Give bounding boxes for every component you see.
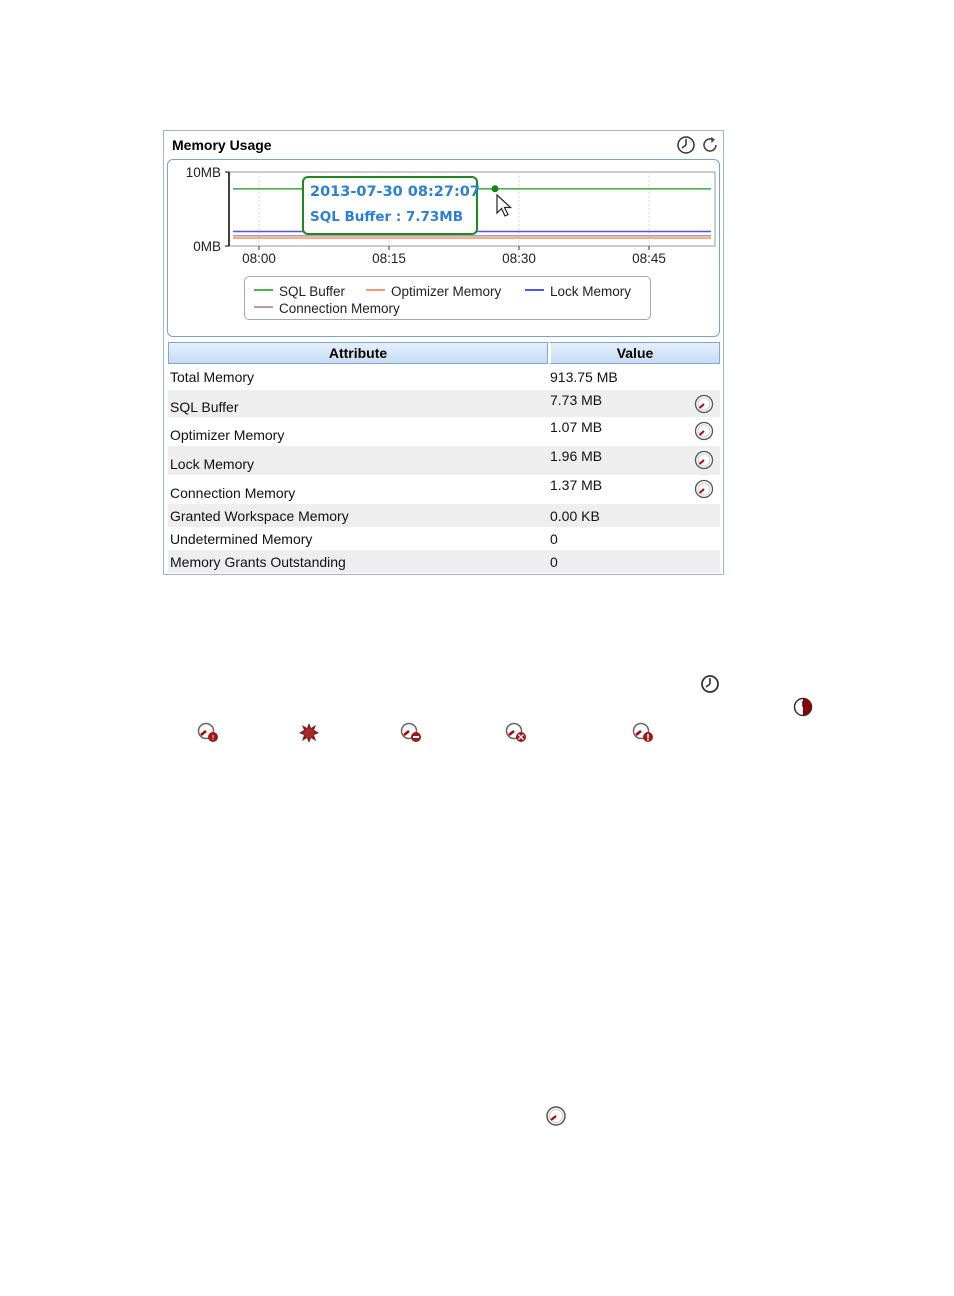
legend-label: Lock Memory: [550, 284, 632, 299]
legend-swatch: [254, 289, 273, 292]
column-header-value: Value: [548, 342, 720, 364]
table-row: Optimizer Memory 1.07 MB: [168, 417, 720, 446]
tooltip-time: 2013-07-30 08:27:07: [310, 184, 480, 200]
x-tick-label: 08:15: [372, 251, 406, 266]
legend-item-connection-memory[interactable]: Connection Memory: [254, 301, 400, 316]
x-tick-label: 08:45: [632, 251, 666, 266]
legend-label: SQL Buffer: [279, 284, 346, 299]
attribute-cell: Optimizer Memory: [170, 426, 285, 443]
legend-label: Optimizer Memory: [391, 284, 502, 299]
legend-swatch: [254, 306, 273, 309]
legend-item-lock-memory[interactable]: Lock Memory: [525, 284, 631, 299]
mouse-pointer-icon: [496, 194, 513, 217]
half-red-clock-icon: [793, 697, 813, 717]
chart-tooltip: 2013-07-30 08:27:07 SQL Buffer : 7.73MB: [302, 176, 480, 235]
memory-usage-panel: Memory Usage 08:00 08:15 08:30 08:45 10MB 0MB…: [163, 130, 724, 575]
chart-area: 08:00 08:15 08:30 08:45 10MB 0MB 2013-07-30 0…: [167, 159, 720, 337]
gauge-icon[interactable]: [694, 479, 714, 499]
gauge-2-icon: [400, 722, 421, 742]
gauge-icon[interactable]: [694, 450, 714, 470]
panel-title: Memory Usage: [172, 137, 272, 153]
attribute-table: Attribute Value Total Memory 913.75 MB SQL…: [168, 342, 720, 573]
highlight-point: [491, 185, 499, 193]
chart-legend: SQL Buffer Optimizer Memory Lock Memory …: [244, 276, 651, 320]
attribute-cell: Connection Memory: [170, 484, 296, 501]
clock-icon: [701, 675, 719, 693]
table-header-row: Attribute Value: [168, 342, 720, 364]
table-row: Undetermined Memory 0: [168, 527, 720, 550]
attribute-cell: Total Memory: [170, 369, 255, 385]
x-tick-label: 08:00: [242, 251, 276, 266]
legend-item-sql-buffer[interactable]: SQL Buffer: [254, 284, 345, 299]
value-text: 1.37 MB: [550, 477, 603, 493]
attribute-cell: Granted Workspace Memory: [168, 504, 548, 527]
attribute-cell: Lock Memory: [168, 446, 548, 475]
column-header-attribute: Attribute: [168, 342, 548, 364]
value-cell: 1.07 MB: [548, 417, 720, 446]
y-tick-label: 0MB: [193, 239, 221, 254]
value-text: 7.73 MB: [550, 392, 603, 408]
tooltip-value: SQL Buffer : 7.73MB: [310, 209, 463, 225]
attribute-cell: Memory Grants Outstanding: [168, 550, 548, 573]
table-row: Memory Grants Outstanding 0: [168, 550, 720, 573]
value-cell: 0: [550, 530, 558, 547]
table-row: Lock Memory 1.96 MB: [168, 446, 720, 475]
table-row: Total Memory 913.75 MB: [168, 364, 720, 390]
legend-swatch: [366, 289, 385, 292]
attribute-cell: Undetermined Memory: [170, 530, 313, 547]
gauge-icon: [546, 1106, 566, 1126]
table-row: Granted Workspace Memory 0.00 KB: [168, 504, 720, 527]
value-text: 1.96 MB: [550, 448, 603, 464]
legend-swatch: [525, 289, 544, 292]
table-row: SQL Buffer 7.73 MB: [168, 390, 720, 417]
gauge-icon[interactable]: [694, 421, 714, 441]
x-tick-label: 08:30: [502, 251, 536, 266]
attribute-cell: SQL Buffer: [168, 390, 548, 417]
gauge-3-icon: [505, 722, 526, 742]
value-cell: 0: [548, 550, 720, 573]
value-cell: 1.37 MB: [548, 475, 720, 504]
gauge-1-icon: !: [197, 722, 218, 742]
gauge-icon[interactable]: [694, 394, 714, 414]
red-burst-icon: [299, 723, 319, 743]
svg-text:!: !: [212, 734, 215, 742]
value-cell: 913.75 MB: [550, 369, 618, 385]
value-cell: 1.96 MB: [548, 446, 720, 475]
value-text: 1.07 MB: [550, 419, 603, 435]
legend-label: Connection Memory: [279, 301, 400, 316]
legend-item-optimizer-memory[interactable]: Optimizer Memory: [366, 284, 501, 299]
table-row: Connection Memory 1.37 MB: [168, 475, 720, 504]
gauge-4-icon: [632, 722, 653, 742]
value-cell: 0.00 KB: [548, 504, 720, 527]
y-tick-label: 10MB: [186, 165, 221, 180]
refresh-icon[interactable]: [700, 135, 720, 155]
clock-icon[interactable]: [676, 135, 696, 155]
value-cell: 7.73 MB: [548, 390, 720, 417]
